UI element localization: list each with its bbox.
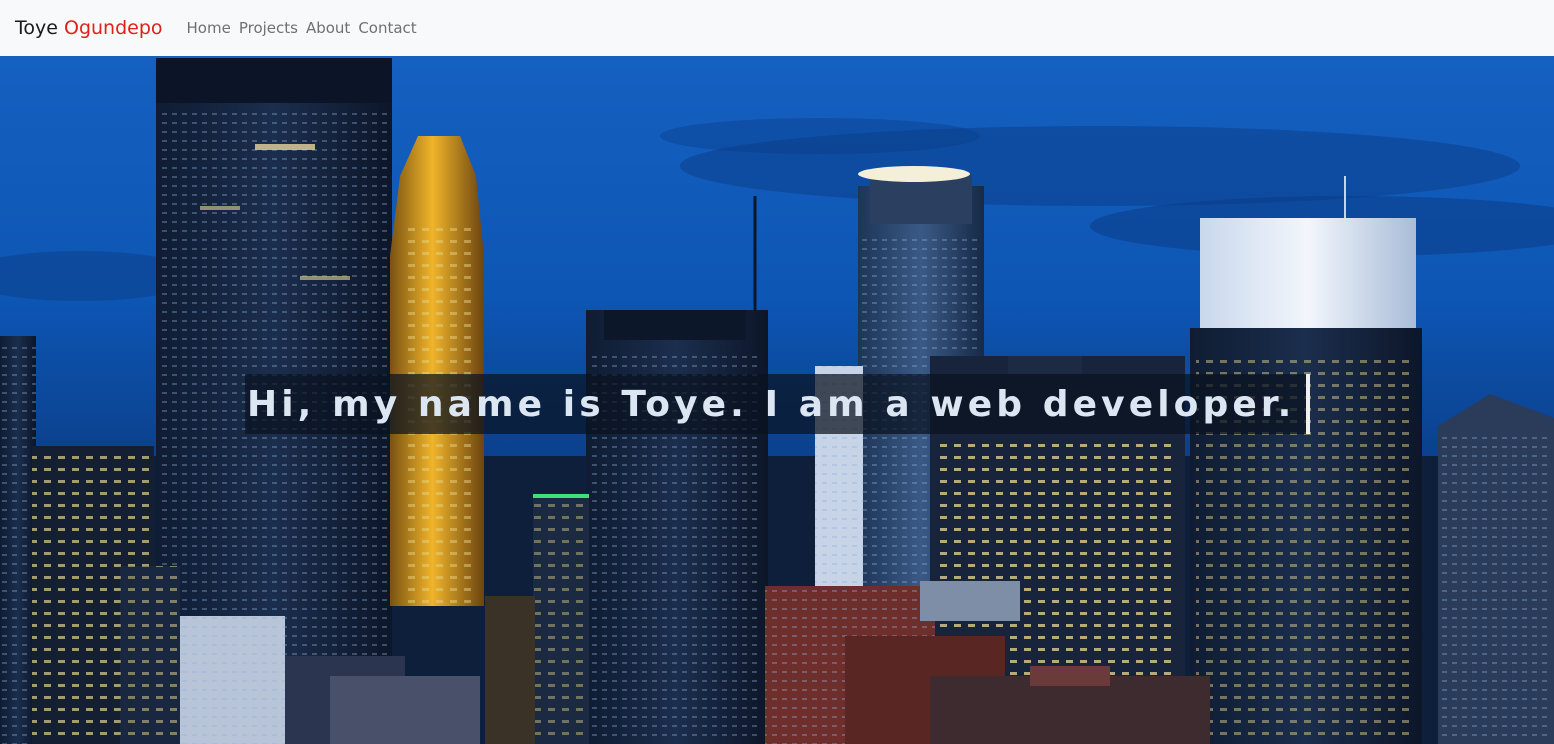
brand-first-name: Toye — [15, 17, 58, 39]
hero-section: Hi, my name is Toye. I am a web develope… — [0, 56, 1554, 744]
hero-headline: Hi, my name is Toye. I am a web develope… — [247, 383, 1296, 425]
brand-link[interactable]: Toye Ogundepo — [15, 17, 163, 39]
brand-last-name: Ogundepo — [63, 17, 163, 39]
hero-headline-box: Hi, my name is Toye. I am a web develope… — [245, 374, 1310, 434]
navbar: Toye Ogundepo Home Projects About Contac… — [0, 0, 1554, 56]
nav-link-contact[interactable]: Contact — [358, 19, 416, 37]
nav-link-home[interactable]: Home — [187, 19, 231, 37]
nav-link-about[interactable]: About — [306, 19, 350, 37]
nav-link-projects[interactable]: Projects — [239, 19, 298, 37]
nav-links: Home Projects About Contact — [187, 19, 425, 37]
typing-caret — [1306, 374, 1310, 434]
